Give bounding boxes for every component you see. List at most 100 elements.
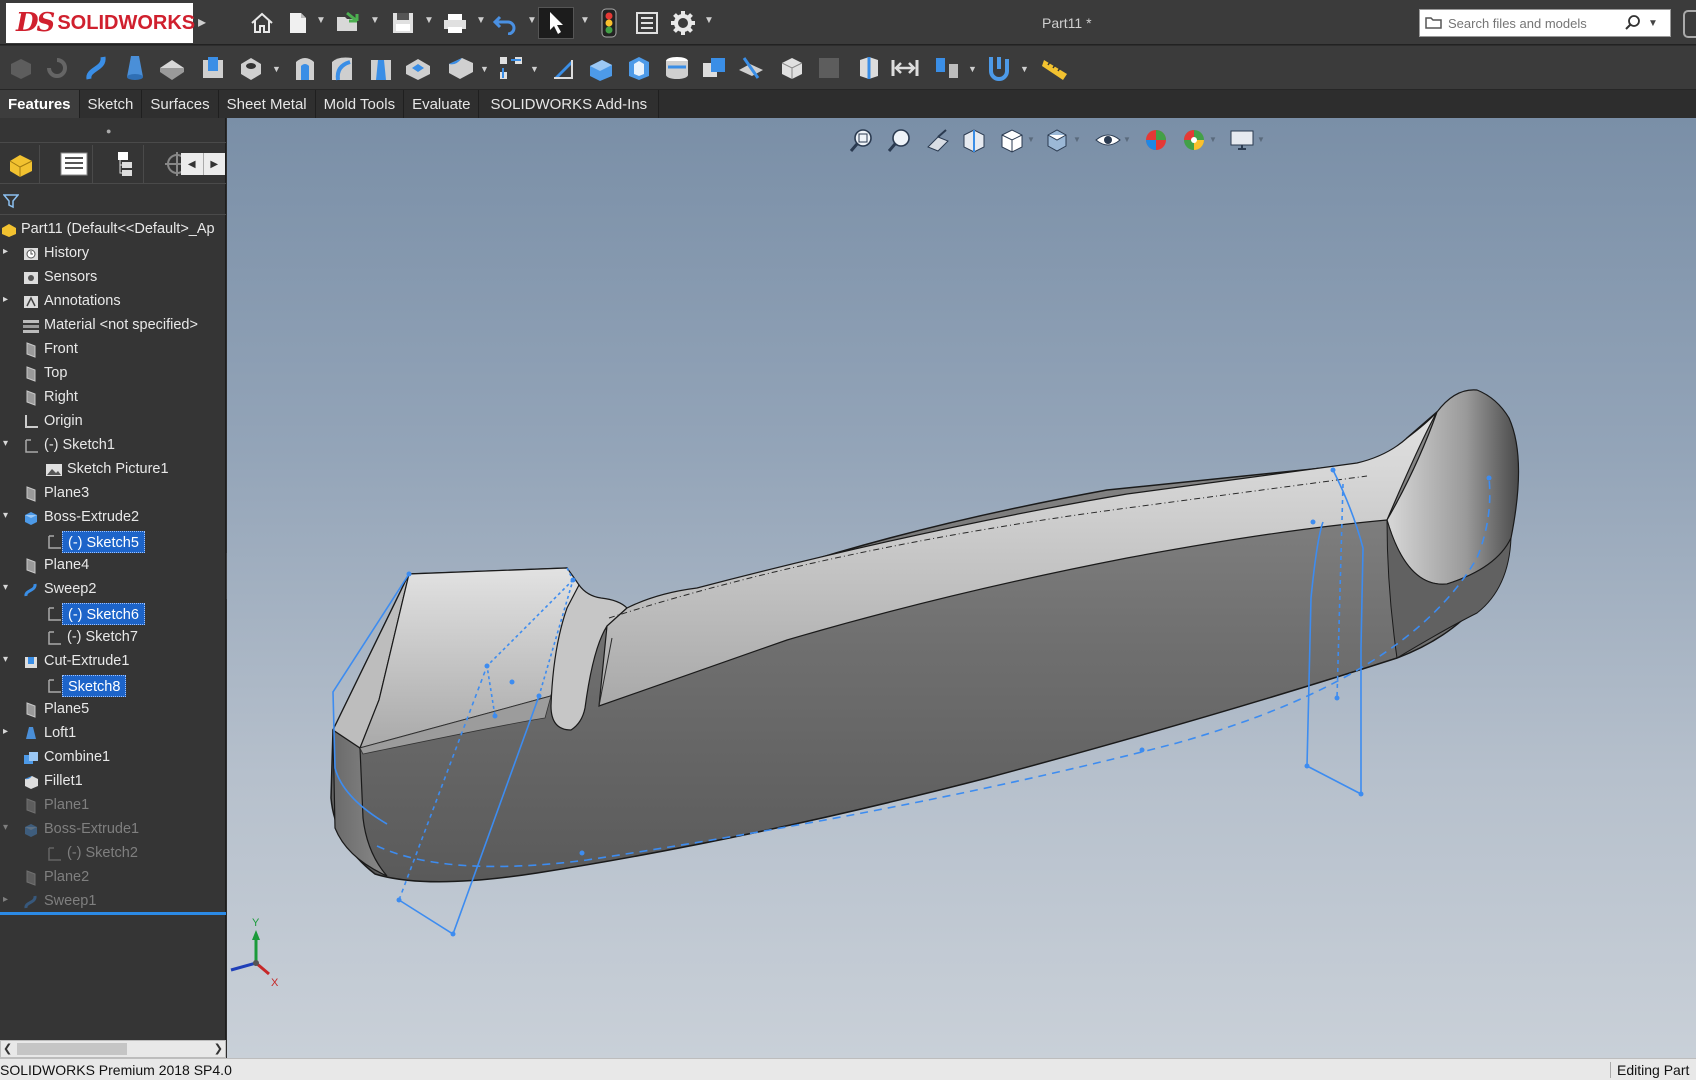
tree-item-combine1[interactable]: Combine1: [0, 746, 226, 770]
expanded-arrow-icon[interactable]: ▾: [3, 510, 13, 521]
open-icon[interactable]: [334, 7, 364, 39]
curves-icon[interactable]: [775, 50, 809, 86]
search-scope-icon[interactable]: [1420, 16, 1448, 30]
hole-dropdown-caret[interactable]: ▼: [272, 64, 281, 74]
tab-sketch[interactable]: Sketch: [79, 90, 143, 118]
mirror-dropdown-caret[interactable]: ▼: [968, 64, 977, 74]
tree-item-boss-extrude2[interactable]: ▾ Boss-Extrude2: [0, 506, 226, 530]
options-dropdown-caret[interactable]: ▼: [704, 15, 714, 26]
tree-item-history[interactable]: ▸ History: [0, 242, 226, 266]
tab-add-ins[interactable]: SOLIDWORKS Add-Ins: [479, 90, 660, 118]
split-line-icon[interactable]: [852, 50, 886, 86]
mirror-icon[interactable]: [930, 50, 964, 86]
expanded-arrow-icon[interactable]: ▾: [3, 582, 13, 593]
pattern-dropdown-caret[interactable]: ▼: [530, 64, 539, 74]
tree-item-plane4[interactable]: Plane4: [0, 554, 226, 578]
tree-item-sketch-picture1[interactable]: Sketch Picture1: [0, 458, 226, 482]
tab-scroll-left-icon[interactable]: ◀: [181, 153, 204, 175]
tree-item-front[interactable]: Front: [0, 338, 226, 362]
tree-item-material-not-specified[interactable]: Material <not specified>: [0, 314, 226, 338]
intersect-icon[interactable]: [697, 50, 731, 86]
collapsed-arrow-icon[interactable]: ▸: [3, 894, 13, 905]
rollback-bar[interactable]: [0, 912, 226, 915]
open-dropdown-caret[interactable]: ▼: [370, 15, 380, 26]
lofted-cut-icon[interactable]: [364, 50, 398, 86]
wrap-icon[interactable]: [660, 50, 694, 86]
tree-item-sketch5[interactable]: (-) Sketch5: [0, 530, 226, 554]
extruded-boss-icon[interactable]: [4, 50, 38, 86]
boundary-boss-icon[interactable]: [155, 50, 189, 86]
draft-icon[interactable]: [584, 50, 618, 86]
search-box[interactable]: ▼: [1419, 9, 1671, 37]
expanded-arrow-icon[interactable]: ▾: [3, 654, 13, 665]
swept-cut-icon[interactable]: [325, 50, 359, 86]
tree-item-plane3[interactable]: Plane3: [0, 482, 226, 506]
configurationmanager-tab-icon[interactable]: [106, 145, 144, 183]
instant3d-icon[interactable]: [812, 50, 846, 86]
tree-item-right[interactable]: Right: [0, 386, 226, 410]
file-properties-icon[interactable]: [632, 7, 662, 39]
select-dropdown-caret[interactable]: ▼: [580, 15, 590, 26]
scroll-thumb[interactable]: [17, 1043, 127, 1055]
fillet-icon[interactable]: [444, 50, 478, 86]
measure-icon[interactable]: [1040, 50, 1074, 86]
undo-icon[interactable]: [490, 7, 520, 39]
tab-evaluate[interactable]: Evaluate: [404, 90, 480, 118]
user-icon[interactable]: [1683, 10, 1696, 38]
helix-icon[interactable]: [982, 50, 1016, 86]
tree-item-sweep2[interactable]: ▾ Sweep2: [0, 578, 226, 602]
select-icon[interactable]: [538, 7, 574, 39]
scroll-right-icon[interactable]: ❯: [214, 1042, 223, 1055]
scroll-left-icon[interactable]: ❮: [3, 1042, 12, 1055]
propertymanager-tab-icon[interactable]: [55, 145, 93, 183]
tree-item-sweep1[interactable]: ▸ Sweep1: [0, 890, 226, 914]
revolved-boss-icon[interactable]: [40, 50, 74, 86]
search-icon[interactable]: [1618, 14, 1648, 32]
tree-item-top[interactable]: Top: [0, 362, 226, 386]
move-copy-icon[interactable]: [888, 50, 922, 86]
extruded-cut-icon[interactable]: [196, 50, 230, 86]
shell-icon[interactable]: [622, 50, 656, 86]
tree-item-sketch2[interactable]: (-) Sketch2: [0, 842, 226, 866]
tab-surfaces[interactable]: Surfaces: [142, 90, 219, 118]
featuremanager-tab-icon[interactable]: [2, 145, 40, 183]
panel-grip[interactable]: ●: [106, 126, 111, 136]
collapsed-arrow-icon[interactable]: ▸: [3, 726, 13, 737]
new-document-icon[interactable]: [285, 7, 311, 39]
save-dropdown-caret[interactable]: ▼: [424, 15, 434, 26]
tree-item-fillet1[interactable]: Fillet1: [0, 770, 226, 794]
tab-scroll-right-icon[interactable]: ▶: [204, 153, 226, 175]
tree-item-plane1[interactable]: Plane1: [0, 794, 226, 818]
rebuild-icon[interactable]: [596, 7, 622, 39]
reference-geometry-icon[interactable]: [734, 50, 768, 86]
solidworks-logo[interactable]: DS SOLIDWORKS: [6, 3, 195, 43]
save-icon[interactable]: [388, 7, 418, 39]
graphics-area[interactable]: ▼ ▼ ▼ ▼ ▼ Y X: [227, 118, 1696, 1058]
tree-item-loft1[interactable]: ▸ Loft1: [0, 722, 226, 746]
tree-item-cut-extrude1[interactable]: ▾ Cut-Extrude1: [0, 650, 226, 674]
print-icon[interactable]: [440, 7, 470, 39]
filter-icon[interactable]: [2, 193, 20, 214]
tab-sheet-metal[interactable]: Sheet Metal: [218, 90, 316, 118]
hole-wizard-icon[interactable]: [234, 50, 268, 86]
print-dropdown-caret[interactable]: ▼: [476, 15, 486, 26]
fillet-dropdown-caret[interactable]: ▼: [480, 64, 489, 74]
tree-item-sketch8[interactable]: Sketch8: [0, 674, 226, 698]
revolved-cut-icon[interactable]: [288, 50, 322, 86]
tree-item-sketch7[interactable]: (-) Sketch7: [0, 626, 226, 650]
tree-item-plane2[interactable]: Plane2: [0, 866, 226, 890]
boundary-cut-icon[interactable]: [401, 50, 435, 86]
helix-dropdown-caret[interactable]: ▼: [1020, 64, 1029, 74]
tab-mold-tools[interactable]: Mold Tools: [315, 90, 405, 118]
home-icon[interactable]: [247, 7, 277, 39]
lofted-boss-icon[interactable]: [118, 50, 152, 86]
tree-item-sensors[interactable]: Sensors: [0, 266, 226, 290]
undo-dropdown-caret[interactable]: ▼: [527, 15, 537, 26]
tree-item-sketch1[interactable]: ▾ (-) Sketch1: [0, 434, 226, 458]
expanded-arrow-icon[interactable]: ▾: [3, 822, 13, 833]
search-input[interactable]: [1448, 15, 1618, 31]
tree-item-annotations[interactable]: ▸ Annotations: [0, 290, 226, 314]
tree-item-plane5[interactable]: Plane5: [0, 698, 226, 722]
expanded-arrow-icon[interactable]: ▾: [3, 438, 13, 449]
collapsed-arrow-icon[interactable]: ▸: [3, 294, 13, 305]
